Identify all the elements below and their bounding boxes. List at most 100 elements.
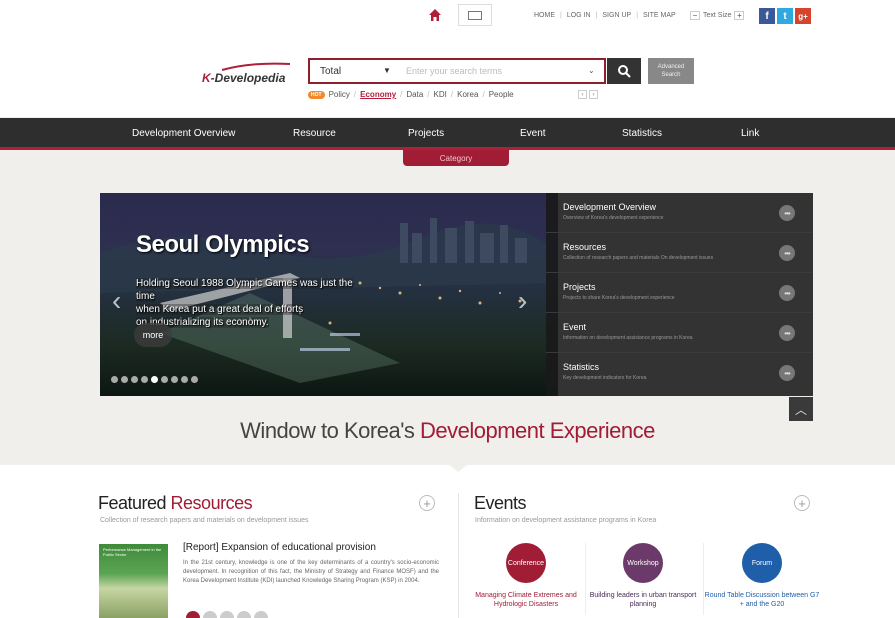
event-label[interactable]: Managing Climate Extremes and Hydrologic… bbox=[466, 591, 586, 609]
hot-keyword-economy[interactable]: Economy bbox=[360, 90, 396, 99]
panel-item-development-overview[interactable]: Development Overview Overview of Korea's… bbox=[546, 193, 813, 233]
book-cover-caption: Performance Management in the Public Sec… bbox=[103, 547, 162, 557]
pager-dot-active[interactable] bbox=[186, 611, 200, 618]
text-size-label: Text Size bbox=[703, 12, 732, 19]
hero-desc-line-2: when Korea put a great deal of efforts bbox=[136, 304, 304, 315]
events-more-plus-icon[interactable]: + bbox=[794, 495, 810, 511]
hero-dot[interactable] bbox=[161, 376, 168, 383]
pager-dot[interactable] bbox=[254, 611, 268, 618]
hero-dot-active[interactable] bbox=[151, 376, 158, 383]
hero-dot[interactable] bbox=[191, 376, 198, 383]
panel-item-title: Resources bbox=[563, 242, 607, 252]
hot-keyword-korea[interactable]: Korea bbox=[457, 90, 478, 99]
logo-k: K bbox=[202, 71, 211, 85]
pager-dot[interactable] bbox=[237, 611, 251, 618]
nav-event[interactable]: Event bbox=[520, 128, 546, 139]
hot-next-button[interactable]: › bbox=[589, 90, 598, 99]
hero-dot[interactable] bbox=[181, 376, 188, 383]
category-tab[interactable]: Category bbox=[403, 150, 509, 166]
nav-link[interactable]: Link bbox=[741, 128, 759, 139]
resource-pager bbox=[186, 611, 268, 618]
resource-title[interactable]: [Report] Expansion of educational provis… bbox=[183, 542, 376, 553]
sitemap-link[interactable]: SITE MAP bbox=[643, 12, 676, 19]
google-plus-icon[interactable]: g+ bbox=[795, 8, 811, 24]
hero-dot[interactable] bbox=[131, 376, 138, 383]
tagline-highlight: Development Experience bbox=[420, 418, 655, 443]
login-link[interactable]: LOG IN bbox=[567, 12, 591, 19]
more-icon[interactable]: ••• bbox=[779, 325, 795, 341]
panel-item-title: Development Overview bbox=[563, 202, 657, 212]
hero-prev-arrow-icon[interactable]: ‹ bbox=[112, 285, 121, 317]
event-type-badge: Forum bbox=[742, 543, 782, 583]
hot-keyword-people[interactable]: People bbox=[489, 90, 514, 99]
more-icon[interactable]: ••• bbox=[779, 285, 795, 301]
search-scope-select[interactable]: Total bbox=[320, 66, 341, 77]
nav-development-overview[interactable]: Development Overview bbox=[132, 128, 235, 139]
search-button[interactable] bbox=[607, 58, 641, 84]
pager-dot[interactable] bbox=[203, 611, 217, 618]
hero-dot[interactable] bbox=[171, 376, 178, 383]
hero-dot[interactable] bbox=[111, 376, 118, 383]
text-size-decrease-button[interactable]: − bbox=[690, 11, 700, 20]
hot-keywords-nav: ‹ › bbox=[578, 90, 598, 99]
chevron-down-icon[interactable]: ⌄ bbox=[588, 66, 595, 75]
events-subtitle: Information on development assistance pr… bbox=[475, 517, 657, 524]
text-size-control: − Text Size + bbox=[690, 11, 745, 20]
featured-more-plus-icon[interactable]: + bbox=[419, 495, 435, 511]
signup-link[interactable]: SIGN UP bbox=[602, 12, 631, 19]
hot-keyword-data[interactable]: Data bbox=[406, 90, 423, 99]
facebook-icon[interactable]: f bbox=[759, 8, 775, 24]
event-forum[interactable]: Forum Round Table Discussion between G7 … bbox=[702, 543, 822, 609]
nav-resource[interactable]: Resource bbox=[293, 128, 336, 139]
hero-slider: Seoul Olympics Holding Seoul 1988 Olympi… bbox=[100, 193, 813, 396]
nav-statistics[interactable]: Statistics bbox=[622, 128, 662, 139]
header: K-Developedia Total ▼ Enter your search … bbox=[0, 30, 895, 118]
panel-item-title: Statistics bbox=[563, 362, 600, 372]
event-label[interactable]: Round Table Discussion between G7 + and … bbox=[702, 591, 822, 609]
hot-keyword-kdi[interactable]: KDI bbox=[434, 90, 447, 99]
nav-projects[interactable]: Projects bbox=[408, 128, 444, 139]
home-icon[interactable] bbox=[420, 4, 450, 26]
more-icon[interactable]: ••• bbox=[779, 365, 795, 381]
hot-keywords: HOT Policy / Economy / Data / KDI / Korea / P… bbox=[308, 90, 514, 99]
home-link[interactable]: HOME bbox=[534, 12, 555, 19]
event-label[interactable]: Building leaders in urban transport plan… bbox=[583, 591, 703, 609]
panel-item-event[interactable]: Event Information on development assista… bbox=[546, 313, 813, 353]
panel-item-statistics[interactable]: Statistics Key development indicators fo… bbox=[546, 353, 813, 393]
panel-item-projects[interactable]: Projects Projects to share Korea's devel… bbox=[546, 273, 813, 313]
more-icon[interactable]: ••• bbox=[779, 245, 795, 261]
hot-prev-button[interactable]: ‹ bbox=[578, 90, 587, 99]
panel-item-title: Event bbox=[563, 322, 587, 332]
advanced-search-button[interactable]: Advanced Search bbox=[648, 58, 694, 84]
hero-dot[interactable] bbox=[121, 376, 128, 383]
panel-item-desc: Overview of Korea's development experien… bbox=[563, 215, 664, 221]
hero-category-panel: Development Overview Overview of Korea's… bbox=[546, 193, 813, 396]
event-type-badge: Conference bbox=[506, 543, 546, 583]
hot-keyword-policy[interactable]: Policy bbox=[329, 90, 350, 99]
featured-resources-title: Featured Resources bbox=[98, 493, 253, 514]
chevron-down-icon[interactable]: ▼ bbox=[383, 66, 391, 75]
advanced-search-label-2: Search bbox=[661, 72, 681, 78]
hero-next-arrow-icon[interactable]: › bbox=[518, 285, 527, 317]
pager-dot[interactable] bbox=[220, 611, 234, 618]
hero-dot[interactable] bbox=[141, 376, 148, 383]
more-icon[interactable]: ••• bbox=[779, 205, 795, 221]
screen-icon[interactable] bbox=[458, 4, 492, 26]
search-icon bbox=[618, 65, 631, 78]
text-size-increase-button[interactable]: + bbox=[734, 11, 745, 20]
hot-badge: HOT bbox=[308, 90, 325, 99]
panel-item-resources[interactable]: Resources Collection of research papers … bbox=[546, 233, 813, 273]
event-conference[interactable]: Conference Managing Climate Extremes and… bbox=[466, 543, 586, 609]
search-input[interactable]: Enter your search terms bbox=[406, 66, 502, 76]
event-workshop[interactable]: Workshop Building leaders in urban trans… bbox=[583, 543, 703, 609]
panel-item-desc: Key development indicators for Korea bbox=[563, 375, 647, 381]
event-type-badge: Workshop bbox=[623, 543, 663, 583]
resource-book-cover[interactable]: Performance Management in the Public Sec… bbox=[99, 544, 168, 618]
featured-resources-subtitle: Collection of research papers and materi… bbox=[100, 517, 309, 524]
twitter-icon[interactable]: t bbox=[777, 8, 793, 24]
panel-item-desc: Collection of research papers and materi… bbox=[563, 255, 714, 261]
events-title: Events bbox=[474, 493, 527, 513]
hero-more-button[interactable]: more bbox=[134, 323, 172, 347]
section-divider bbox=[458, 493, 459, 618]
hero-pagination bbox=[111, 376, 198, 383]
